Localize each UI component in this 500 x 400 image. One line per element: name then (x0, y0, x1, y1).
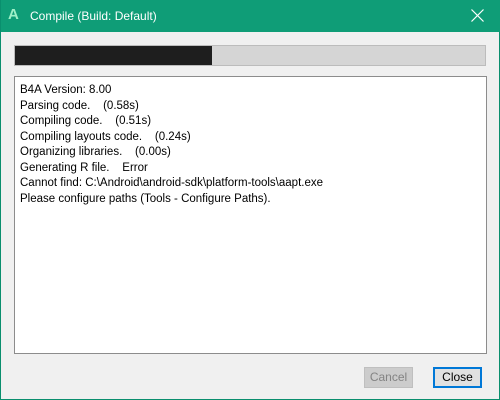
log-line: Organizing libraries. (0.00s) (20, 146, 171, 158)
log-line: B4A Version: 8.00 (20, 84, 112, 96)
close-icon (471, 9, 484, 22)
b4a-app-icon: A (8, 6, 19, 23)
window-close-button[interactable] (455, 0, 500, 32)
log-line: Compiling code. (0.51s) (20, 115, 152, 127)
log-line: Parsing code. (0.58s) (20, 99, 139, 112)
log-line: Generating R file. Error (20, 161, 148, 174)
cancel-button[interactable]: Cancel (364, 367, 413, 388)
progress-bar-fill (15, 46, 212, 65)
title-bar[interactable]: A Compile (Build: Default) (1, 0, 500, 32)
compile-dialog: A Compile (Build: Default) B4A Version: … (0, 0, 500, 400)
log-line: Cannot find: C:\Android\android-sdk\plat… (20, 177, 323, 189)
close-button[interactable]: Close (433, 367, 482, 388)
compile-progress-bar (14, 45, 486, 66)
log-line: Please configure paths (Tools - Configur… (20, 192, 271, 205)
compile-log-output[interactable]: B4A Version: 8.00 Parsing code. (0.58s) … (14, 76, 487, 354)
window-title: Compile (Build: Default) (30, 9, 157, 23)
log-line: Compiling layouts code. (0.24s) (20, 130, 191, 143)
